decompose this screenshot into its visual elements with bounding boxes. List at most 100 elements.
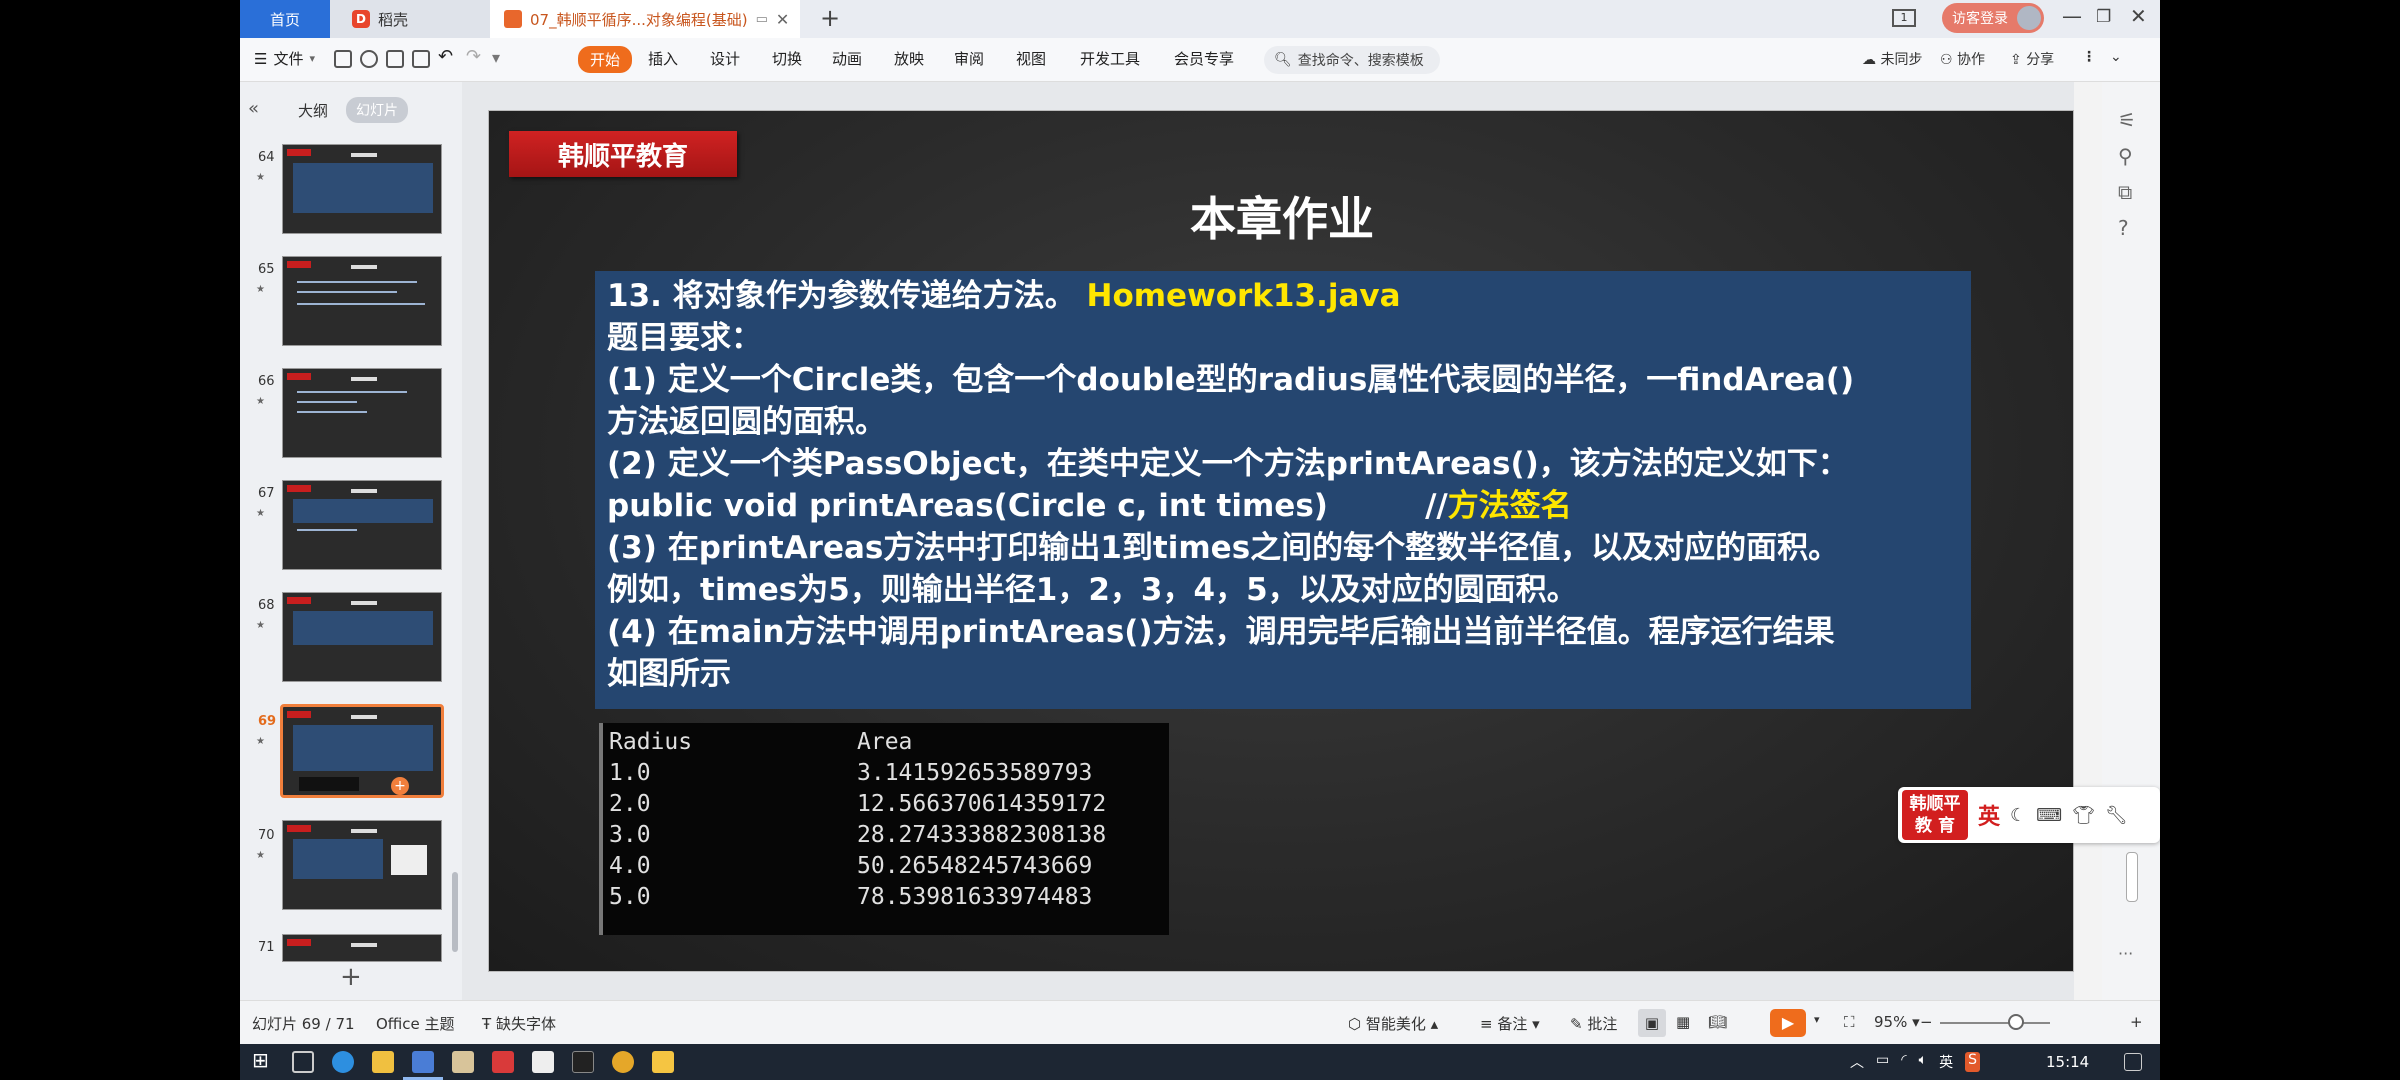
- tray-expand-icon[interactable]: ︿: [1850, 1052, 1864, 1072]
- reading-view-icon[interactable]: 📖︎: [1708, 1013, 1727, 1031]
- console-output-image[interactable]: Radius Area 1.0 3.141592653589793 2.0 12.56…: [599, 723, 1169, 935]
- slides-tab[interactable]: 幻灯片: [346, 97, 408, 123]
- slide-thumbnail-65[interactable]: [282, 256, 442, 346]
- wrench-icon[interactable]: 🔧︎: [2105, 805, 2128, 826]
- chrome-icon[interactable]: [612, 1051, 634, 1073]
- terminal-icon[interactable]: [572, 1051, 594, 1073]
- share-button[interactable]: ⇪ 分享: [2010, 49, 2054, 69]
- smart-beautify-button[interactable]: ⬡ 智能美化 ▴: [1348, 1013, 1438, 1034]
- xmind-icon[interactable]: [492, 1051, 514, 1073]
- ime-toolbar[interactable]: 韩顺平教 育 英 ☾ ⌨ 👕︎ 🔧︎: [1898, 787, 2160, 843]
- play-slideshow-button[interactable]: ▶: [1770, 1009, 1806, 1037]
- zoom-slider-handle[interactable]: [2008, 1014, 2024, 1030]
- more-dots-icon[interactable]: ···: [2118, 944, 2133, 963]
- windows-start-icon[interactable]: ⊞: [252, 1048, 274, 1072]
- menu-view[interactable]: 视图: [1016, 48, 1046, 69]
- moon-icon[interactable]: ☾: [2010, 805, 2026, 826]
- pin-icon[interactable]: ⚲: [2118, 144, 2133, 168]
- redo-icon[interactable]: ↷: [466, 46, 481, 67]
- outline-tab[interactable]: 大纲: [298, 100, 328, 121]
- zoom-level[interactable]: 95% ▾: [1874, 1013, 1920, 1031]
- file-menu[interactable]: ☰ 文件 ▾: [254, 48, 315, 69]
- comments-button[interactable]: ✎ 批注: [1570, 1013, 1617, 1034]
- keyboard-icon[interactable]: ⌨: [2036, 805, 2062, 826]
- slide-thumbnail-71[interactable]: [282, 934, 442, 962]
- assignment-textbox[interactable]: 13. 将对象作为参数传递给方法。 Homework13.java 题目要求： …: [595, 271, 1971, 709]
- format-painter-icon[interactable]: [360, 50, 378, 68]
- window-layout-icon[interactable]: 1: [1892, 9, 1916, 27]
- other-app-icon[interactable]: [652, 1051, 674, 1073]
- missing-font-button[interactable]: Ŧ 缺失字体: [482, 1013, 556, 1034]
- slide-thumbnail-69[interactable]: +: [280, 704, 444, 798]
- skin-icon[interactable]: 👕︎: [2072, 805, 2095, 826]
- help-icon[interactable]: ?: [2118, 216, 2129, 240]
- editor-icon[interactable]: [532, 1051, 554, 1073]
- notepad-icon[interactable]: [452, 1051, 474, 1073]
- thumbnail-scrollbar[interactable]: [452, 872, 458, 952]
- settings-sliders-icon[interactable]: ⚟: [2118, 108, 2136, 132]
- close-tab-icon[interactable]: ✕: [776, 10, 789, 29]
- menu-insert[interactable]: 插入: [648, 48, 678, 69]
- monitor-icon[interactable]: ▭: [756, 12, 768, 27]
- menu-animation[interactable]: 动画: [832, 48, 862, 69]
- slide-thumbnail-67[interactable]: [282, 480, 442, 570]
- menu-start[interactable]: 开始: [578, 46, 633, 73]
- sync-button[interactable]: ☁ 未同步: [1862, 49, 1922, 69]
- tab-home[interactable]: 首页: [240, 0, 330, 38]
- collapse-panel-icon[interactable]: «: [248, 98, 259, 119]
- menu-slideshow[interactable]: 放映: [894, 48, 924, 69]
- fit-window-icon[interactable]: ⛶: [1844, 1013, 1855, 1031]
- collab-button[interactable]: ⚇ 协作: [1940, 49, 1985, 69]
- battery-icon[interactable]: ▭: [1876, 1052, 1889, 1072]
- slide-title[interactable]: 本章作业: [489, 183, 2073, 249]
- close-window-icon[interactable]: ✕: [2130, 4, 2147, 28]
- slide-thumbnail-64[interactable]: [282, 144, 442, 234]
- current-slide[interactable]: 韩顺平教育 本章作业 13. 将对象作为参数传递给方法。 Homework13.…: [488, 110, 2074, 972]
- menu-transition[interactable]: 切换: [772, 48, 802, 69]
- input-language[interactable]: 英: [1939, 1052, 1953, 1072]
- print-preview-icon[interactable]: [412, 50, 430, 68]
- add-slide-button[interactable]: +: [340, 962, 362, 992]
- file-explorer-icon[interactable]: [372, 1051, 394, 1073]
- play-options-icon[interactable]: ▾: [1814, 1013, 1820, 1026]
- notes-button[interactable]: ≡ 备注 ▾: [1480, 1013, 1540, 1034]
- copy-icon[interactable]: ⧉: [2118, 180, 2132, 204]
- menu-member[interactable]: 会员专享: [1174, 48, 1234, 69]
- slide-thumbnail-68[interactable]: [282, 592, 442, 682]
- sogou-ime-icon[interactable]: S: [1965, 1052, 1980, 1072]
- vertical-scrollbar[interactable]: [2126, 852, 2138, 902]
- print-icon[interactable]: [386, 50, 404, 68]
- save-icon[interactable]: [334, 50, 352, 68]
- volume-icon[interactable]: 🔈︎: [1919, 1052, 1927, 1072]
- collapse-ribbon-icon[interactable]: ⌄: [2110, 49, 2122, 65]
- notification-icon[interactable]: [2124, 1053, 2142, 1071]
- login-button[interactable]: 访客登录: [1942, 3, 2044, 33]
- zoom-slider[interactable]: [1940, 1022, 2050, 1024]
- zoom-out-icon[interactable]: −: [1920, 1013, 1933, 1031]
- command-search[interactable]: 🔍︎ 查找命令、搜索模板: [1264, 46, 1440, 74]
- zoom-in-icon[interactable]: +: [2130, 1013, 2143, 1031]
- clock[interactable]: 15:14: [2046, 1053, 2089, 1071]
- more-icon[interactable]: ⋮: [2082, 49, 2096, 65]
- wps-taskbar-icon[interactable]: [412, 1051, 434, 1073]
- slide-thumbnail-66[interactable]: [282, 368, 442, 458]
- quick-access-more-icon[interactable]: ▾: [492, 48, 500, 67]
- edge-icon[interactable]: [332, 1051, 354, 1073]
- minimize-icon[interactable]: —: [2062, 4, 2082, 28]
- slide-thumbnail-70[interactable]: [282, 820, 442, 910]
- menu-review[interactable]: 审阅: [954, 48, 984, 69]
- ime-language-toggle[interactable]: 英: [1978, 799, 2000, 831]
- menu-developer[interactable]: 开发工具: [1080, 48, 1140, 69]
- task-view-icon[interactable]: [292, 1051, 314, 1073]
- menu-design[interactable]: 设计: [710, 48, 740, 69]
- tab-document[interactable]: 07_韩顺平循序...对象编程(基础) ▭ ✕: [490, 0, 800, 38]
- network-icon[interactable]: ◜: [1901, 1052, 1906, 1072]
- search-placeholder: 查找命令、搜索模板: [1297, 53, 1424, 69]
- grid-view-icon[interactable]: ▦: [1676, 1013, 1690, 1031]
- undo-icon[interactable]: ↶: [438, 46, 453, 67]
- zoom-value: 95%: [1874, 1013, 1908, 1031]
- new-tab-button[interactable]: +: [820, 4, 840, 32]
- normal-view-icon[interactable]: ▣: [1638, 1009, 1666, 1037]
- restore-icon[interactable]: ❐: [2096, 7, 2111, 27]
- tab-docer[interactable]: D 稻壳: [330, 0, 490, 38]
